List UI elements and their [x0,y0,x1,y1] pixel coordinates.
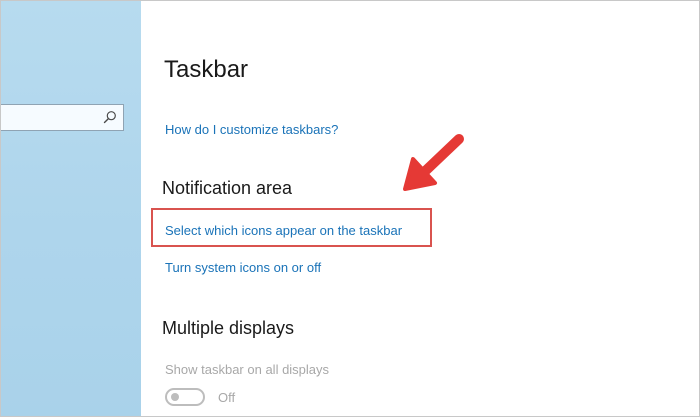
page-title: Taskbar [164,56,249,83]
system-icons-toggle-link[interactable]: Turn system icons on or off [165,260,321,275]
search-icon[interactable] [103,110,117,124]
multiple-displays-heading: Multiple displays [162,318,295,338]
customize-taskbars-link[interactable]: How do I customize taskbars? [165,122,338,137]
show-taskbar-all-displays-toggle[interactable] [165,388,205,406]
show-taskbar-all-displays-label: Show taskbar on all displays [165,362,330,377]
red-arrow-icon [403,134,464,191]
select-taskbar-icons-link[interactable]: Select which icons appear on the taskbar [165,223,402,238]
toggle-knob [171,393,179,401]
settings-sidebar [1,1,141,416]
settings-content: Taskbar How do I customize taskbars? Not… [141,1,699,416]
find-setting-search-box[interactable] [1,104,124,131]
window-frame: Taskbar How do I customize taskbars? Not… [0,0,700,417]
toggle-state-text: Off [218,390,236,405]
notification-area-heading: Notification area [162,178,293,198]
